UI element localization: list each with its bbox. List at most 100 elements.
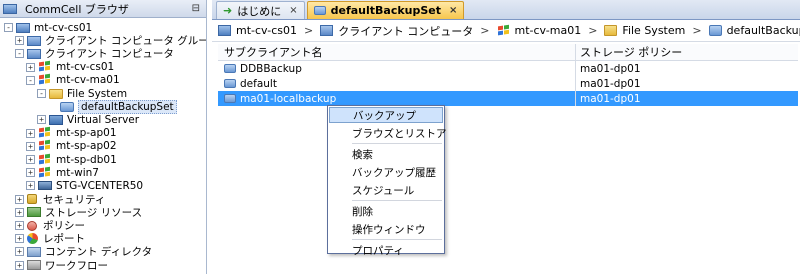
menu-item[interactable]: 検索 [328, 145, 444, 163]
tab-getting-started[interactable]: ➜ はじめに × [216, 1, 305, 19]
pin-icon[interactable]: ⊟ [192, 3, 200, 14]
server-icon [49, 114, 63, 125]
menu-separator [352, 143, 442, 144]
folder-icon [49, 88, 63, 99]
breadcrumb-separator: > [480, 24, 490, 37]
breadcrumb-label: mt-cv-cs01 [236, 24, 298, 37]
collapse-icon[interactable]: - [15, 49, 24, 59]
expand-icon[interactable]: + [26, 128, 35, 138]
expand-icon[interactable]: + [37, 115, 46, 125]
grid-header: サブクライアント名 ストレージ ポリシー [218, 44, 798, 61]
expand-icon[interactable]: + [15, 234, 24, 244]
lock-icon [27, 194, 37, 205]
collapse-icon[interactable]: - [37, 89, 46, 98]
backupset-icon [313, 6, 326, 15]
tab-defaultbackupset[interactable]: defaultBackupSet × [306, 1, 465, 19]
tab-label: defaultBackupSet [330, 4, 442, 17]
context-menu: バックアップ ブラウズとリストア 検索 バックアップ履歴 スケジュール 削除 操作ウィンドウ… [327, 105, 447, 257]
breadcrumb: mt-cv-cs01 > クライアント コンピュータ > mt-cv-ma01 … [212, 20, 800, 42]
tab-bar: ➜ はじめに × defaultBackupSet × [212, 0, 800, 20]
breadcrumb-item-file-system[interactable]: File System > [604, 24, 708, 37]
subclient-name-cell: DDBBackup [218, 61, 576, 76]
storage-policy-cell: ma01-dp01 [580, 92, 641, 105]
windows-icon [38, 127, 52, 139]
subclient-name-cell: default [218, 76, 576, 91]
breadcrumb-item-backupset[interactable]: defaultBackupSet > [708, 24, 800, 37]
subclient-name: ma01-localbackup [240, 92, 337, 105]
expand-icon[interactable]: + [15, 247, 24, 257]
tree-node-label: STG-VCENTER50 [56, 179, 144, 192]
breadcrumb-item-client[interactable]: mt-cv-ma01 > [497, 24, 605, 37]
commcell-tree: - mt-cv-cs01 + クライアント コンピュータ グループ - クライアント コン… [0, 20, 206, 274]
expand-icon[interactable]: + [26, 62, 35, 72]
breadcrumb-item-client-computers[interactable]: クライアント コンピュータ > [320, 23, 496, 39]
subclient-name-cell: ma01-localbackup [218, 91, 576, 106]
backupset-icon [60, 101, 74, 112]
tree-node-label: mt-cv-cs01 [34, 21, 93, 34]
commcell-icon [218, 25, 231, 36]
close-icon[interactable]: × [449, 5, 457, 16]
breadcrumb-label: mt-cv-ma01 [514, 24, 582, 37]
subclient-icon [224, 64, 236, 73]
backupset-icon [708, 25, 722, 36]
tree-node-label: mt-sp-db01 [56, 153, 117, 166]
commcell-icon [16, 22, 30, 33]
workflow-icon [27, 260, 41, 271]
table-row[interactable]: default ma01-dp01 [218, 76, 798, 91]
menu-item[interactable]: バックアップ [329, 107, 443, 123]
group-icon [27, 48, 41, 59]
tree-node-label: mt-win7 [56, 166, 99, 179]
table-row[interactable]: ma01-localbackup ma01-dp01 [218, 91, 798, 106]
content-icon [27, 246, 41, 257]
menu-item[interactable]: 操作ウィンドウ [328, 220, 444, 238]
tree-node-label: ワークフロー [45, 259, 108, 272]
expand-icon[interactable]: + [15, 260, 24, 270]
expand-icon[interactable]: + [26, 141, 35, 151]
collapse-icon[interactable]: - [26, 75, 35, 85]
tree-node-label: Virtual Server [67, 113, 140, 126]
close-icon[interactable]: × [289, 5, 297, 16]
tree-node-label: mt-cv-cs01 [56, 61, 115, 74]
main-content-panel: ➜ はじめに × defaultBackupSet × mt-cv-cs01 >… [212, 0, 800, 274]
menu-item[interactable]: バックアップ履歴 [328, 163, 444, 181]
commcell-browser-header: CommCell ブラウザ ⊟ [0, 0, 206, 18]
expand-icon[interactable]: + [15, 221, 24, 230]
column-header-storage-policy[interactable]: ストレージ ポリシー [576, 44, 798, 60]
grid-body: DDBBackup ma01-dp01 default ma01-dp01 ma01-l… [218, 61, 798, 106]
column-header-subclient-name[interactable]: サブクライアント名 [218, 44, 576, 60]
subclient-icon [224, 79, 236, 88]
breadcrumb-label: クライアント コンピュータ [338, 24, 474, 38]
menu-item[interactable]: スケジュール [328, 181, 444, 199]
tree-node[interactable]: + ワークフロー [15, 258, 108, 273]
vcenter-icon [38, 181, 52, 191]
table-row[interactable]: DDBBackup ma01-dp01 [218, 61, 798, 76]
menu-item[interactable]: ブラウズとリストア [328, 124, 447, 142]
breadcrumb-separator: > [692, 24, 702, 37]
commcell-browser-panel: CommCell ブラウザ ⊟ - mt-cv-cs01 + クライアント コンピュー… [0, 0, 207, 274]
expand-icon[interactable]: + [15, 36, 24, 46]
expand-icon[interactable]: + [15, 194, 24, 204]
menu-item[interactable]: プロパティ [328, 241, 444, 259]
expand-icon[interactable]: + [26, 181, 35, 191]
report-icon [27, 233, 38, 245]
group-icon [320, 25, 334, 36]
tree-node-label: mt-sp-ap01 [56, 127, 117, 140]
storage-icon [27, 207, 41, 218]
policy-icon [27, 220, 37, 231]
windows-icon [38, 140, 52, 152]
commcell-browser-title: CommCell ブラウザ [25, 2, 129, 16]
expand-icon[interactable]: + [26, 155, 35, 164]
collapse-icon[interactable]: - [4, 23, 13, 32]
tree-node-label: File System [67, 87, 128, 100]
group-icon [27, 35, 41, 46]
breadcrumb-separator: > [588, 24, 598, 37]
windows-icon [38, 61, 52, 73]
expand-icon[interactable]: + [15, 207, 24, 217]
tree-node-label: mt-cv-ma01 [56, 74, 120, 87]
menu-separator [352, 200, 442, 201]
commcell-browser-icon [3, 3, 17, 14]
menu-item[interactable]: 削除 [328, 202, 444, 220]
subclient-grid: サブクライアント名 ストレージ ポリシー DDBBackup ma01-dp01 d… [218, 44, 798, 106]
breadcrumb-item-commcell[interactable]: mt-cv-cs01 > [218, 24, 320, 37]
expand-icon[interactable]: + [26, 168, 35, 178]
